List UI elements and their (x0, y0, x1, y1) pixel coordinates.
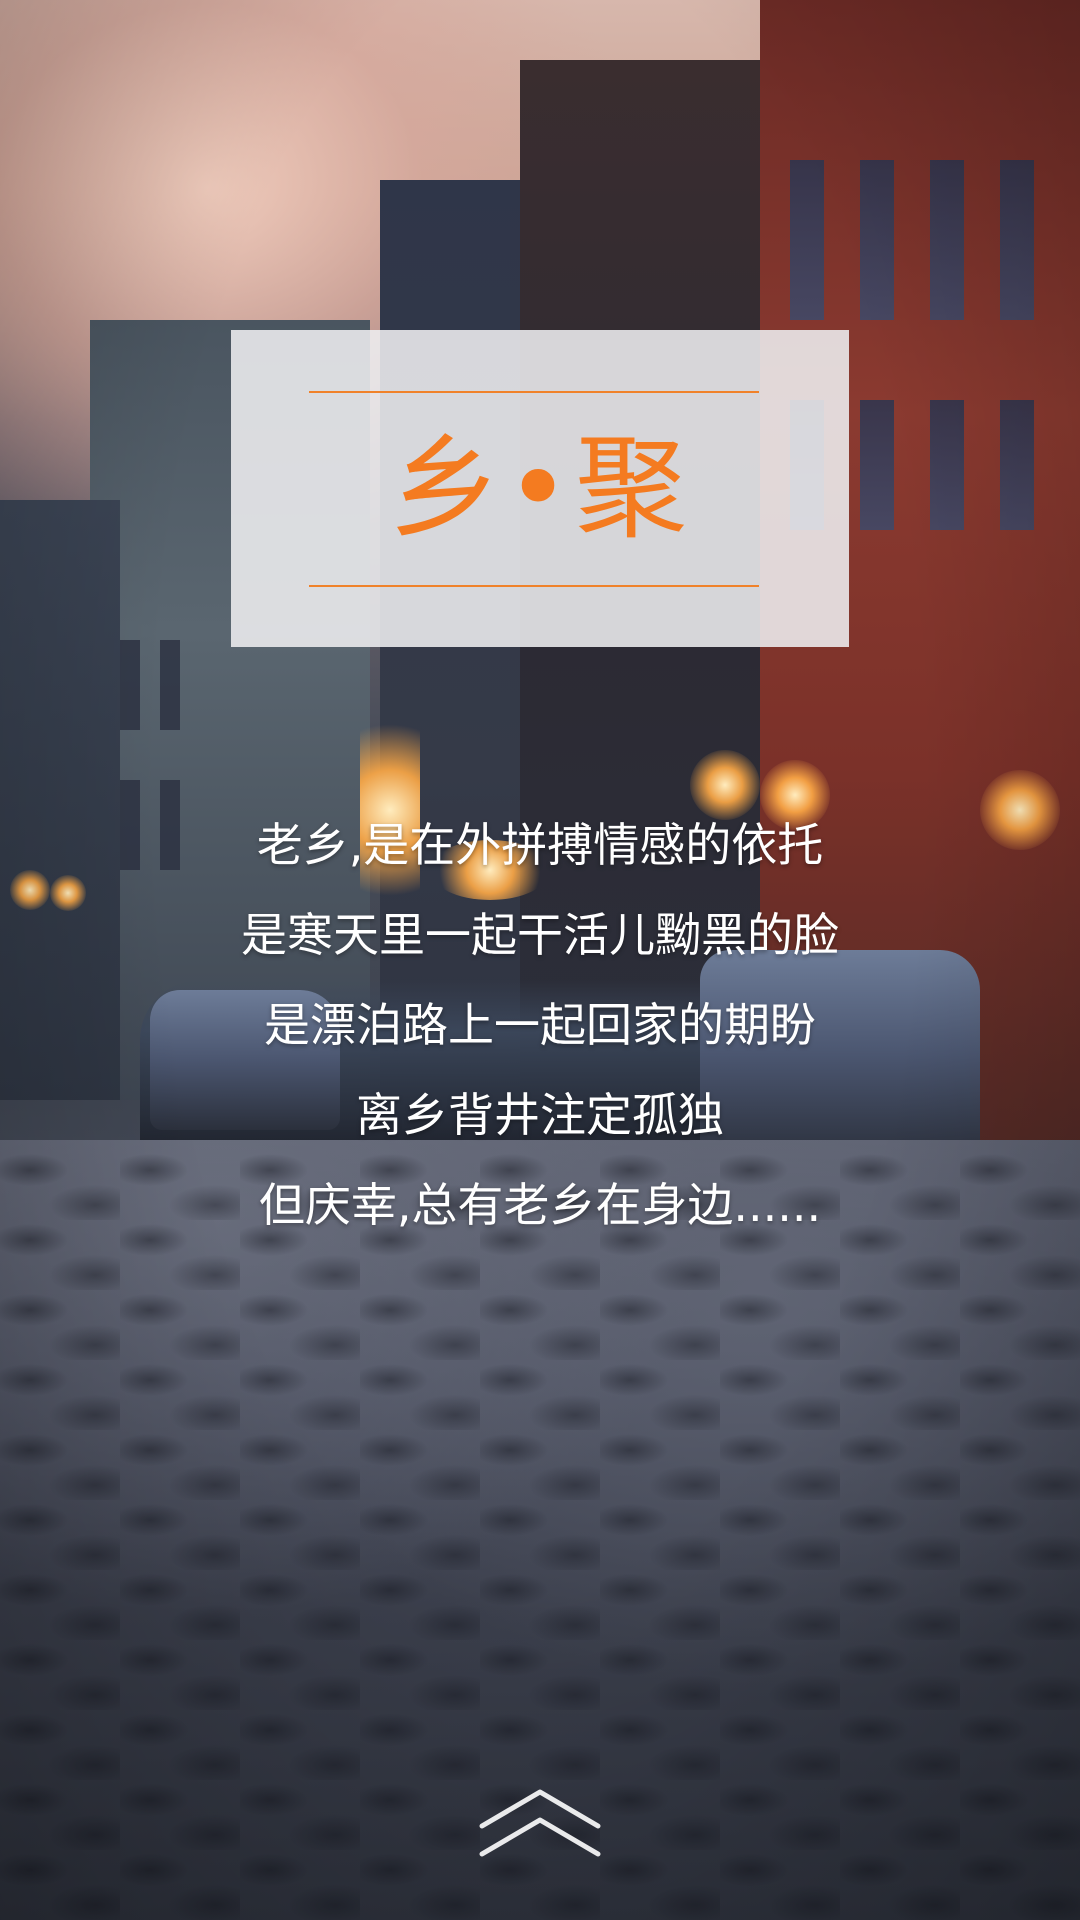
splash-screen: 乡•聚 老乡,是在外拼搏情感的依托 是寒天里一起干活儿黝黑的脸 是漂泊路上一起回… (0, 0, 1080, 1920)
poem: 老乡,是在外拼搏情感的依托 是寒天里一起干活儿黝黑的脸 是漂泊路上一起回家的期盼… (0, 800, 1080, 1250)
title-card: 乡•聚 (231, 330, 849, 647)
poem-line: 离乡背井注定孤独 (356, 1088, 724, 1142)
title-divider-top (309, 391, 759, 393)
title-divider-bottom (309, 585, 759, 587)
page-title: 乡•聚 (388, 424, 692, 554)
poem-line: 但庆幸,总有老乡在身边...... (258, 1178, 822, 1232)
poem-line: 是寒天里一起干活儿黝黑的脸 (241, 908, 839, 962)
double-chevron-up-icon[interactable] (476, 1786, 604, 1858)
poem-line: 是漂泊路上一起回家的期盼 (264, 998, 816, 1052)
poem-line: 老乡,是在外拼搏情感的依托 (256, 818, 824, 872)
double-chevron-up-icon-graphic (479, 1789, 601, 1857)
